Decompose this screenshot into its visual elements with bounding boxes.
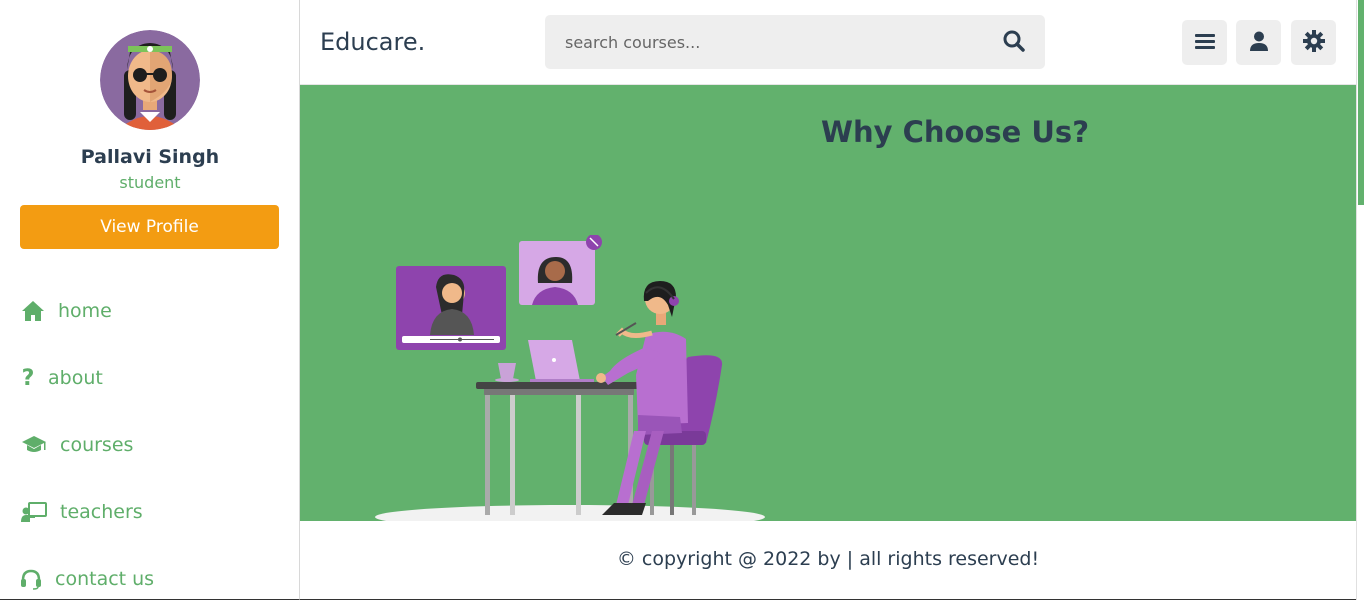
sidebar-item-label: teachers [60, 501, 143, 523]
menu-button[interactable] [1182, 20, 1227, 65]
sidebar-item-label: courses [60, 434, 134, 456]
search-icon[interactable] [1003, 30, 1029, 56]
sidebar-item-label: contact us [55, 568, 155, 590]
footer: © copyright @ 2022 by | all rights reser… [300, 521, 1356, 600]
sidebar-item-about[interactable]: ? about [20, 365, 103, 391]
scrollbar-thumb[interactable] [1358, 0, 1364, 205]
online-learning-illustration [370, 234, 770, 521]
graduation-cap-icon [20, 432, 48, 458]
chalkboard-teacher-icon [20, 499, 48, 525]
user-button[interactable] [1236, 20, 1281, 65]
sidebar: Pallavi Singh student View Profile home … [0, 0, 300, 600]
headset-icon [20, 566, 42, 592]
home-icon [20, 298, 46, 324]
gear-icon [1302, 29, 1325, 56]
about-section: Why Choose Us? [300, 85, 1356, 521]
avatar[interactable] [100, 30, 200, 130]
user-role: student [119, 173, 181, 192]
sidebar-item-label: about [48, 367, 103, 389]
user-icon [1249, 31, 1268, 55]
user-name: Pallavi Singh [80, 146, 220, 168]
copyright-text: © copyright @ 2022 by | all rights reser… [616, 548, 1040, 570]
sidebar-item-label: home [58, 300, 112, 322]
settings-button[interactable] [1291, 20, 1336, 65]
sidebar-item-courses[interactable]: courses [20, 432, 133, 458]
header: Educare. [300, 0, 1356, 85]
sidebar-item-home[interactable]: home [20, 298, 112, 324]
menu-icon [1194, 33, 1215, 53]
question-icon: ? [21, 365, 35, 391]
view-profile-button[interactable]: View Profile [20, 205, 279, 249]
page-title: Why Choose Us? [820, 115, 1090, 149]
sidebar-item-teachers[interactable]: teachers [20, 499, 143, 525]
sidebar-item-contact[interactable]: contact us [20, 566, 154, 592]
logo[interactable]: Educare. [320, 28, 425, 56]
search-input[interactable] [545, 15, 985, 69]
search-form [545, 15, 1045, 69]
scrollbar[interactable] [1356, 0, 1365, 600]
